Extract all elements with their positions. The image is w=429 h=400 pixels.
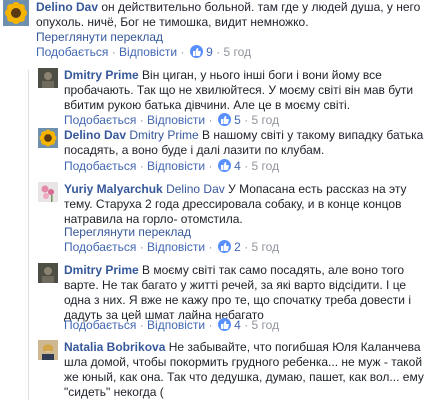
reply-link[interactable]: Відповісти bbox=[147, 159, 205, 173]
like-link[interactable]: Подобається bbox=[64, 240, 136, 254]
comment-time[interactable]: 5 год bbox=[252, 159, 280, 173]
comment-author[interactable]: Natalia Bobrikova bbox=[64, 340, 165, 354]
comment-actions: Подобається · Відповісти · 4 · 5 год bbox=[64, 318, 280, 332]
comment-body: Dmitry Prime Він циган, у нього інші бог… bbox=[64, 68, 424, 113]
comment-author[interactable]: Dmitry Prime bbox=[64, 68, 139, 82]
comment-time[interactable]: 5 год bbox=[252, 240, 280, 254]
comment-actions: Подобається · Відповісти · 5 · 5 год bbox=[64, 113, 280, 127]
comment-body: Dmitry Prime В моєму світі так само поса… bbox=[64, 263, 424, 323]
reaction-count[interactable]: 9 bbox=[206, 45, 213, 59]
avatar-pink-flowers[interactable] bbox=[38, 182, 58, 202]
comment-time[interactable]: 5 год bbox=[252, 318, 280, 332]
avatar-sunflower[interactable] bbox=[3, 0, 29, 26]
comment-actions: Подобається · Відповісти · 2 · 5 год bbox=[64, 240, 280, 254]
comment-body: Delino Dav Dmitry Prime В нашому світі у… bbox=[64, 128, 424, 158]
avatar-dark-photo[interactable] bbox=[38, 68, 58, 88]
like-reaction-icon[interactable] bbox=[217, 159, 231, 172]
see-translation-link[interactable]: Переглянути переклад bbox=[64, 225, 191, 240]
reply-link[interactable]: Відповісти bbox=[119, 45, 177, 59]
like-reaction-icon[interactable] bbox=[217, 318, 231, 331]
like-reaction-icon[interactable] bbox=[217, 113, 231, 126]
comment-author[interactable]: Dmitry Prime bbox=[64, 263, 139, 277]
reaction-count[interactable]: 4 bbox=[234, 159, 241, 173]
like-link[interactable]: Подобається bbox=[64, 113, 136, 127]
comment-actions: Подобається · Відповісти · 4 · 5 год bbox=[64, 159, 280, 173]
comment-time[interactable]: 5 год bbox=[224, 45, 252, 59]
avatar-sunflower[interactable] bbox=[38, 128, 58, 148]
comment-time[interactable]: 5 год bbox=[252, 113, 280, 127]
reaction-count[interactable]: 5 bbox=[234, 113, 241, 127]
comment-author[interactable]: Delino Dav bbox=[64, 128, 126, 142]
reaction-count[interactable]: 2 bbox=[234, 240, 241, 254]
reply-link[interactable]: Відповісти bbox=[147, 113, 205, 127]
comment-mention[interactable]: Dmitry Prime bbox=[129, 128, 198, 142]
comment-body: Delino Dav он действительно больной. там… bbox=[36, 0, 426, 30]
reply-link[interactable]: Відповісти bbox=[147, 240, 205, 254]
comment-author[interactable]: Yuriy Malyarchuk bbox=[64, 182, 163, 196]
like-link[interactable]: Подобається bbox=[36, 45, 108, 59]
comment-body: Natalia Bobrikova Не забывайте, что поги… bbox=[64, 340, 424, 400]
comment-body: Yuriy Malyarchuk Delino Dav У Мопасана е… bbox=[64, 182, 424, 227]
like-link[interactable]: Подобається bbox=[64, 318, 136, 332]
reaction-count[interactable]: 4 bbox=[234, 318, 241, 332]
like-reaction-icon[interactable] bbox=[217, 240, 231, 253]
reply-link[interactable]: Відповісти bbox=[147, 318, 205, 332]
comment-mention[interactable]: Delino Dav bbox=[166, 182, 225, 196]
see-translation-link[interactable]: Переглянути переклад bbox=[36, 30, 163, 45]
comment-author[interactable]: Delino Dav bbox=[36, 0, 98, 14]
avatar-dark-photo[interactable] bbox=[38, 263, 58, 283]
like-link[interactable]: Подобається bbox=[64, 159, 136, 173]
replies-thread-line bbox=[28, 70, 29, 400]
avatar-woman-photo[interactable] bbox=[38, 340, 58, 360]
comment-actions: Подобається · Відповісти · 9 · 5 год bbox=[36, 45, 252, 59]
like-reaction-icon[interactable] bbox=[189, 45, 203, 58]
